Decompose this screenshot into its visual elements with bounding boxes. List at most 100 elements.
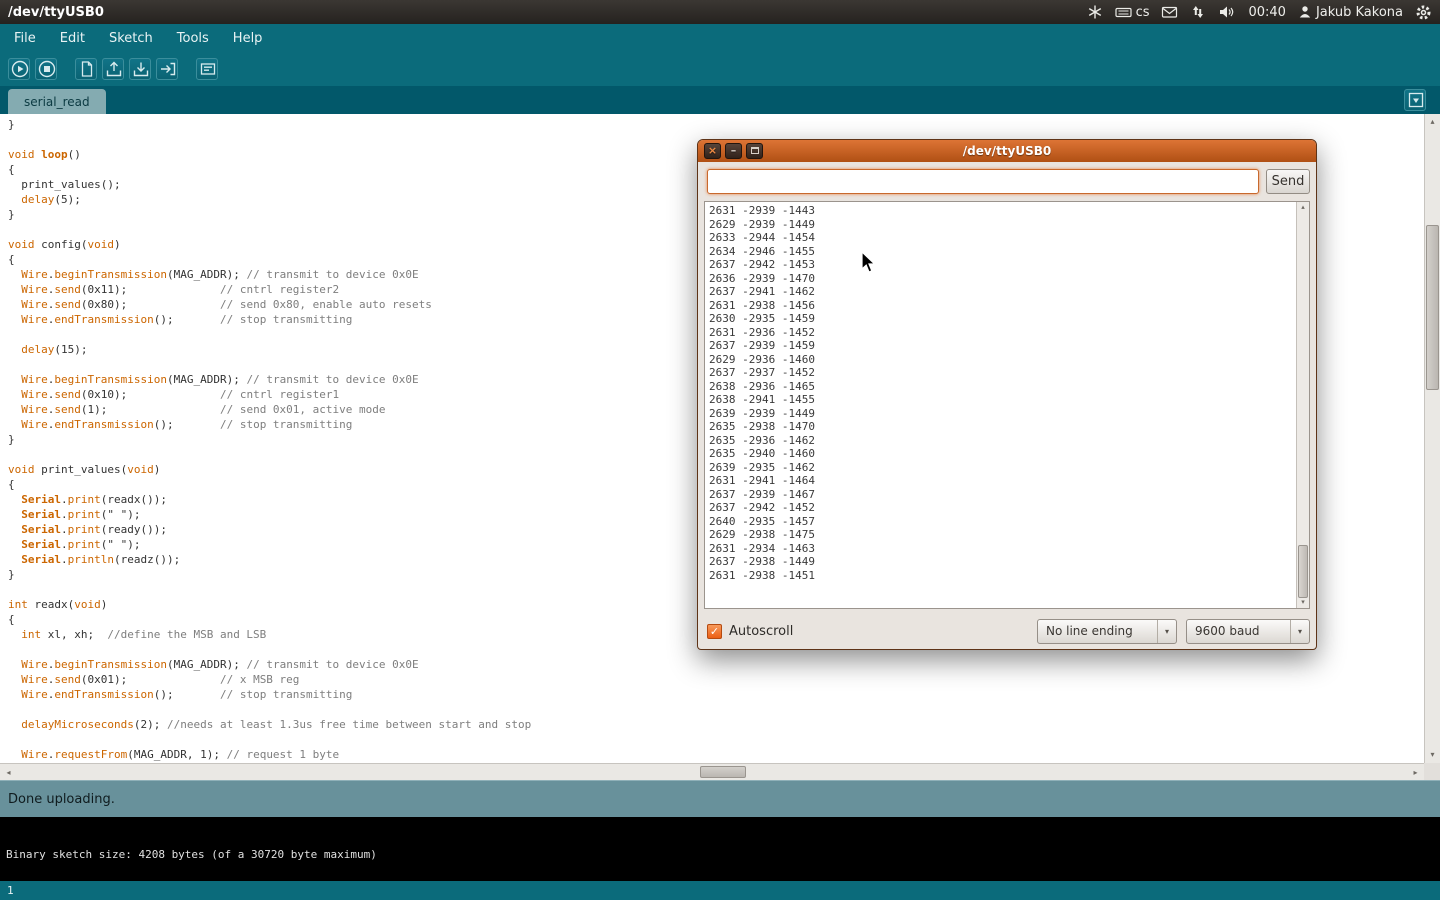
send-button-label: Send [1272, 174, 1305, 189]
scrollbar-corner [1424, 763, 1440, 780]
serial-output-line: 2633 -2944 -1454 [709, 231, 1291, 245]
code-line: Wire.endTransmission(); // stop transmit… [8, 687, 1424, 702]
serial-output-line: 2637 -2942 -1452 [709, 501, 1291, 515]
editor-hscroll-handle[interactable] [700, 766, 746, 778]
serial-output-scrollbar[interactable]: ▴ ▾ [1296, 202, 1309, 608]
serial-output-line: 2636 -2939 -1470 [709, 272, 1291, 286]
new-sketch-icon [76, 58, 96, 80]
serial-monitor-icon [197, 58, 217, 80]
serial-output-line: 2637 -2939 -1467 [709, 488, 1291, 502]
output-scroll-down-arrow[interactable]: ▾ [1297, 597, 1309, 608]
indicator-applet-icon[interactable] [1087, 4, 1103, 20]
serial-output-line: 2630 -2935 -1459 [709, 312, 1291, 326]
output-scroll-up-arrow[interactable]: ▴ [1297, 202, 1309, 213]
scroll-right-arrow[interactable]: ▸ [1408, 765, 1423, 780]
serial-output-line: 2631 -2939 -1443 [709, 204, 1291, 218]
keyboard-layout-label: cs [1136, 5, 1150, 20]
send-button[interactable]: Send [1266, 169, 1310, 194]
serial-output-line: 2639 -2935 -1462 [709, 461, 1291, 475]
stop-icon [36, 58, 56, 80]
system-tray: cs 00:40 Jakub Kakona [1087, 4, 1432, 21]
footer-strip: 1 [0, 881, 1440, 900]
tab-label: serial_read [24, 95, 90, 109]
stop-button[interactable] [35, 58, 57, 80]
baud-rate-select[interactable]: 9600 baud ▾ [1186, 619, 1310, 644]
open-sketch-button[interactable] [102, 58, 124, 80]
serial-output-line: 2634 -2946 -1455 [709, 245, 1291, 259]
user-menu[interactable]: Jakub Kakona [1298, 4, 1403, 20]
session-gear-icon[interactable] [1415, 4, 1432, 21]
close-icon: × [708, 144, 717, 157]
serial-monitor-button[interactable] [196, 58, 218, 80]
editor-vertical-scrollbar[interactable]: ▴ ▾ [1424, 114, 1440, 763]
serial-output-line: 2631 -2936 -1452 [709, 326, 1291, 340]
code-line: Wire.requestFrom(MAG_ADDR, 1); // reques… [8, 747, 1424, 762]
upload-button[interactable] [156, 58, 178, 80]
serial-output-line: 2629 -2936 -1460 [709, 353, 1291, 367]
new-sketch-button[interactable] [75, 58, 97, 80]
editor-vscroll-handle[interactable] [1426, 225, 1439, 390]
maximize-button[interactable] [746, 143, 763, 159]
verify-button[interactable] [8, 58, 30, 80]
serial-output-line: 2631 -2938 -1456 [709, 299, 1291, 313]
status-bar: Done uploading. [0, 780, 1440, 817]
serial-window-titlebar[interactable]: × – /dev/ttyUSB0 [698, 140, 1316, 162]
menu-tools[interactable]: Tools [165, 24, 221, 52]
serial-output-text: 2631 -2939 -14432629 -2939 -14492633 -29… [705, 202, 1295, 608]
console-output: Binary sketch size: 4208 bytes (of a 307… [0, 817, 1440, 881]
toolbar [0, 52, 1440, 86]
close-button[interactable]: × [704, 143, 721, 159]
menu-help[interactable]: Help [221, 24, 275, 52]
username-label: Jakub Kakona [1316, 5, 1403, 20]
serial-output-line: 2635 -2936 -1462 [709, 434, 1291, 448]
serial-output-line: 2631 -2938 -1451 [709, 569, 1291, 583]
keyboard-icon [1115, 4, 1132, 20]
baud-rate-value: 9600 baud [1187, 624, 1290, 638]
serial-input[interactable] [707, 169, 1259, 194]
serial-window-title: /dev/ttyUSB0 [963, 144, 1052, 158]
maximize-icon [751, 147, 759, 154]
editor-horizontal-scrollbar[interactable]: ◂ ▸ [0, 763, 1424, 780]
chevron-down-icon[interactable]: ▾ [1157, 620, 1176, 643]
sync-arrows-icon[interactable] [1190, 4, 1206, 20]
chevron-down-icon[interactable]: ▾ [1290, 620, 1309, 643]
scroll-left-arrow[interactable]: ◂ [1, 765, 16, 780]
tab-menu-icon [1405, 89, 1425, 111]
menu-bar: File Edit Sketch Tools Help [0, 24, 1440, 52]
serial-output-line: 2640 -2935 -1457 [709, 515, 1291, 529]
clock[interactable]: 00:40 [1248, 5, 1285, 20]
checkmark-icon: ✓ [710, 625, 719, 638]
serial-output-line: 2637 -2937 -1452 [709, 366, 1291, 380]
scroll-down-arrow[interactable]: ▾ [1425, 748, 1440, 762]
keyboard-layout-indicator[interactable]: cs [1115, 4, 1150, 20]
tab-serial-read[interactable]: serial_read [8, 89, 106, 114]
serial-output-line: 2637 -2938 -1449 [709, 555, 1291, 569]
clock-label: 00:40 [1248, 5, 1285, 20]
save-sketch-button[interactable] [129, 58, 151, 80]
line-ending-select[interactable]: No line ending ▾ [1037, 619, 1177, 644]
serial-output-line: 2635 -2938 -1470 [709, 420, 1291, 434]
code-line: Wire.beginTransmission(MAG_ADDR); // tra… [8, 657, 1424, 672]
panel-window-title: /dev/ttyUSB0 [8, 5, 104, 20]
serial-controls-bar: ✓ Autoscroll No line ending ▾ 9600 baud … [698, 617, 1316, 645]
code-line: Wire.send(0x01); // x MSB reg [8, 672, 1424, 687]
minimize-button[interactable]: – [725, 143, 742, 159]
serial-output-line: 2629 -2939 -1449 [709, 218, 1291, 232]
status-message: Done uploading. [8, 792, 115, 807]
minimize-icon: – [731, 144, 737, 157]
menu-sketch[interactable]: Sketch [97, 24, 165, 52]
serial-output-line: 2639 -2939 -1449 [709, 407, 1291, 421]
line-ending-value: No line ending [1038, 624, 1157, 638]
code-line: } [8, 117, 1424, 132]
open-icon [103, 58, 123, 80]
menu-file[interactable]: File [2, 24, 48, 52]
serial-output-line: 2631 -2941 -1464 [709, 474, 1291, 488]
volume-icon[interactable] [1218, 4, 1236, 20]
scroll-up-arrow[interactable]: ▴ [1425, 115, 1440, 129]
menu-edit[interactable]: Edit [48, 24, 97, 52]
autoscroll-checkbox[interactable]: ✓ [707, 624, 722, 639]
output-scrollbar-handle[interactable] [1298, 545, 1308, 598]
serial-output-line: 2631 -2934 -1463 [709, 542, 1291, 556]
tab-menu-button[interactable] [1404, 89, 1426, 111]
mail-icon[interactable] [1161, 4, 1178, 20]
